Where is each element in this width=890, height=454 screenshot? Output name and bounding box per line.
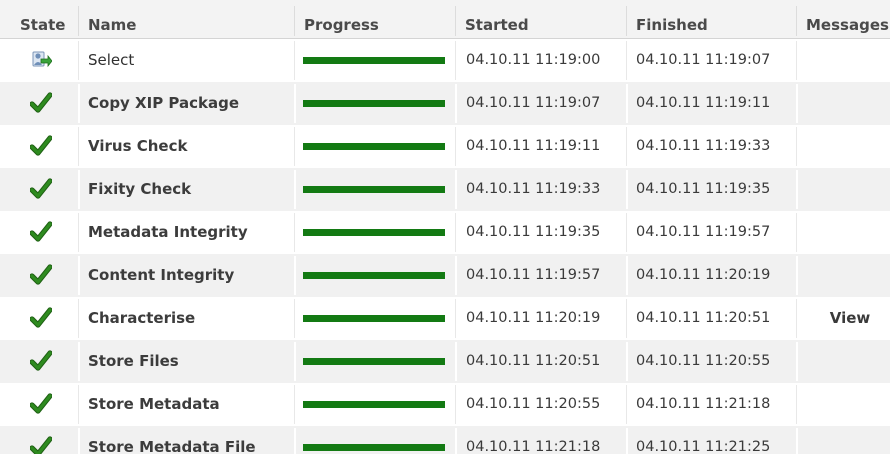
- progress-fill: [303, 444, 445, 451]
- progress-bar: [303, 315, 445, 322]
- check-icon: [29, 92, 53, 114]
- check-icon: [29, 135, 53, 157]
- step-name: Fixity Check: [78, 168, 294, 211]
- check-icon: [29, 436, 53, 454]
- progress-bar: [303, 100, 445, 107]
- step-name: Store Metadata File: [78, 426, 294, 454]
- table-body: Select 04.10.11 11:19:00 04.10.11 11:19:07…: [0, 39, 890, 454]
- progress-fill: [303, 272, 445, 279]
- started-time: 04.10.11 11:19:00: [455, 39, 626, 82]
- check-icon: [29, 221, 53, 243]
- view-messages-link[interactable]: View: [796, 297, 890, 340]
- messages-cell: [796, 125, 890, 168]
- table-row[interactable]: Characterise 04.10.11 11:20:19 04.10.11 11…: [0, 297, 890, 340]
- messages-cell: [796, 426, 890, 454]
- finished-time: 04.10.11 11:19:11: [626, 82, 796, 125]
- messages-cell: [796, 383, 890, 426]
- progress-bar: [303, 272, 445, 279]
- table-row[interactable]: Copy XIP Package 04.10.11 11:19:07 04.10.1…: [0, 82, 890, 125]
- messages-cell: [796, 39, 890, 82]
- column-header-progress[interactable]: Progress: [294, 0, 454, 38]
- progress-bar: [303, 143, 445, 150]
- started-time: 04.10.11 11:19:57: [455, 254, 626, 297]
- check-icon: [29, 178, 53, 200]
- finished-time: 04.10.11 11:19:33: [626, 125, 796, 168]
- messages-cell: [796, 211, 890, 254]
- state-cell: [0, 211, 78, 254]
- table-row[interactable]: Store Files 04.10.11 11:20:51 04.10.11 11:…: [0, 340, 890, 383]
- state-cell: [0, 125, 78, 168]
- started-time: 04.10.11 11:20:19: [455, 297, 626, 340]
- column-header-started[interactable]: Started: [455, 0, 625, 38]
- check-icon: [29, 307, 53, 329]
- started-time: 04.10.11 11:19:33: [455, 168, 626, 211]
- started-time: 04.10.11 11:20:51: [455, 340, 626, 383]
- column-header-name[interactable]: Name: [78, 0, 298, 38]
- progress-fill: [303, 229, 445, 236]
- finished-time: 04.10.11 11:19:07: [626, 39, 796, 82]
- step-name: Copy XIP Package: [78, 82, 294, 125]
- progress-bar: [303, 229, 445, 236]
- step-name: Store Metadata: [78, 383, 294, 426]
- state-cell: [0, 168, 78, 211]
- table-header: State Name Progress Started Finished Mes…: [0, 0, 890, 39]
- messages-cell: [796, 340, 890, 383]
- started-time: 04.10.11 11:20:55: [455, 383, 626, 426]
- finished-time: 04.10.11 11:20:55: [626, 340, 796, 383]
- progress-fill: [303, 401, 445, 408]
- state-cell: [0, 39, 78, 82]
- column-header-finished[interactable]: Finished: [626, 0, 786, 38]
- step-name: Select: [78, 39, 294, 82]
- finished-time: 04.10.11 11:20:51: [626, 297, 796, 340]
- progress-fill: [303, 315, 445, 322]
- progress-fill: [303, 100, 445, 107]
- workflow-steps-table: State Name Progress Started Finished Mes…: [0, 0, 890, 454]
- check-icon: [29, 350, 53, 372]
- started-time: 04.10.11 11:19:35: [455, 211, 626, 254]
- finished-time: 04.10.11 11:20:19: [626, 254, 796, 297]
- state-cell: [0, 340, 78, 383]
- running-workflow-icon: [30, 49, 53, 71]
- started-time: 04.10.11 11:21:18: [455, 426, 626, 454]
- table-row[interactable]: Select 04.10.11 11:19:00 04.10.11 11:19:07: [0, 39, 890, 82]
- state-cell: [0, 297, 78, 340]
- step-name: Characterise: [78, 297, 294, 340]
- table-row[interactable]: Content Integrity 04.10.11 11:19:57 04.10.…: [0, 254, 890, 297]
- column-header-state[interactable]: State: [20, 0, 75, 38]
- progress-fill: [303, 358, 445, 365]
- finished-time: 04.10.11 11:19:57: [626, 211, 796, 254]
- progress-bar: [303, 358, 445, 365]
- table-row[interactable]: Fixity Check 04.10.11 11:19:33 04.10.11 11…: [0, 168, 890, 211]
- step-name: Virus Check: [78, 125, 294, 168]
- step-name: Store Files: [78, 340, 294, 383]
- progress-fill: [303, 57, 445, 64]
- state-cell: [0, 426, 78, 454]
- progress-bar: [303, 401, 445, 408]
- state-cell: [0, 82, 78, 125]
- started-time: 04.10.11 11:19:07: [455, 82, 626, 125]
- state-cell: [0, 254, 78, 297]
- table-row[interactable]: Store Metadata 04.10.11 11:20:55 04.10.11 …: [0, 383, 890, 426]
- finished-time: 04.10.11 11:19:35: [626, 168, 796, 211]
- state-cell: [0, 383, 78, 426]
- finished-time: 04.10.11 11:21:18: [626, 383, 796, 426]
- progress-bar: [303, 57, 445, 64]
- progress-bar: [303, 444, 445, 451]
- step-name: Metadata Integrity: [78, 211, 294, 254]
- messages-cell: [796, 82, 890, 125]
- progress-fill: [303, 143, 445, 150]
- column-header-messages[interactable]: Messages: [796, 0, 890, 38]
- table-row[interactable]: Virus Check 04.10.11 11:19:11 04.10.11 11:…: [0, 125, 890, 168]
- table-row[interactable]: Metadata Integrity 04.10.11 11:19:35 04.10…: [0, 211, 890, 254]
- progress-fill: [303, 186, 445, 193]
- messages-cell: [796, 168, 890, 211]
- started-time: 04.10.11 11:19:11: [455, 125, 626, 168]
- step-name: Content Integrity: [78, 254, 294, 297]
- finished-time: 04.10.11 11:21:25: [626, 426, 796, 454]
- table-row[interactable]: Store Metadata File 04.10.11 11:21:18 04.1…: [0, 426, 890, 454]
- progress-bar: [303, 186, 445, 193]
- messages-cell: [796, 254, 890, 297]
- check-icon: [29, 264, 53, 286]
- check-icon: [29, 393, 53, 415]
